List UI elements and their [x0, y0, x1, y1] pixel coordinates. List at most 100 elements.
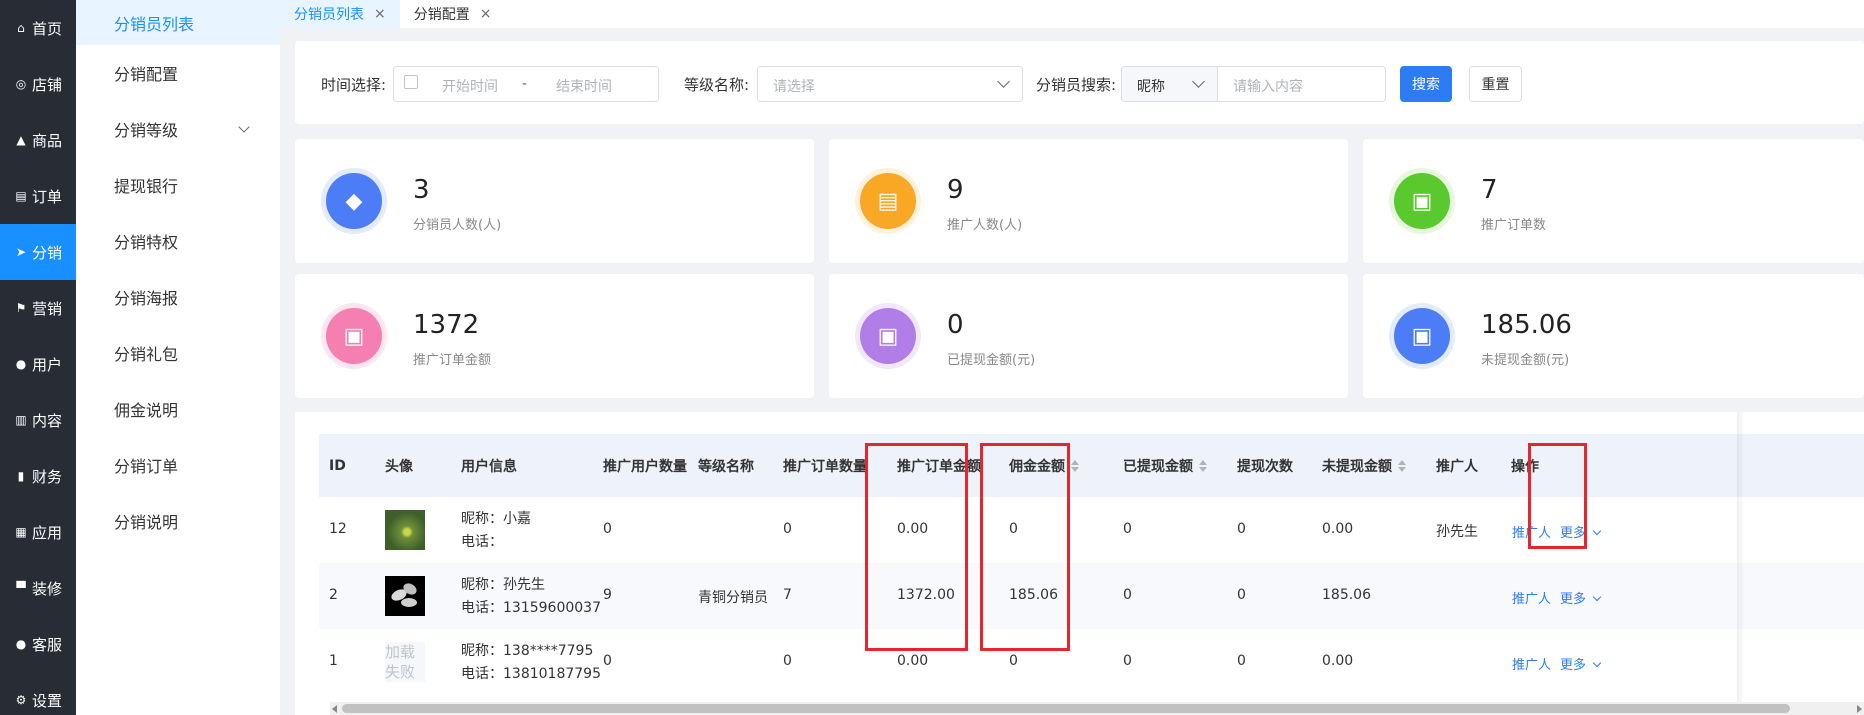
tab-distributor-list[interactable]: 分销员列表 ×	[280, 0, 400, 28]
reset-button[interactable]: 重置	[1469, 66, 1522, 102]
submenu-item-commission-desc[interactable]: 佣金说明	[76, 381, 280, 437]
submenu-item-poster[interactable]: 分销海报	[76, 269, 280, 325]
nav-item-settings[interactable]: ⚙ 设置	[0, 672, 76, 715]
cell-phone: 电话：13159600037	[461, 600, 601, 616]
nav-item-goods[interactable]: ▲ 商品	[0, 112, 76, 168]
fixed-column-shadow	[1737, 412, 1745, 715]
nav-item-user[interactable]: ● 用户	[0, 336, 76, 392]
submenu-item-privilege[interactable]: 分销特权	[76, 213, 280, 269]
nav-label: 财务	[31, 467, 62, 486]
stat-card-distributors: ◆ 3 分销员人数(人)	[295, 139, 814, 263]
submenu-item-level[interactable]: 分销等级	[76, 101, 280, 157]
user-icon: ●	[15, 357, 27, 371]
avatar	[385, 510, 425, 550]
tab-config[interactable]: 分销配置 ×	[400, 0, 506, 28]
cell-promoter: 孙先生	[1436, 524, 1478, 540]
submenu-item-description[interactable]: 分销说明	[76, 493, 280, 549]
nav-label: 订单	[31, 187, 62, 206]
stat-card-unwithdrawn: ▣ 185.06 未提现金额(元)	[1363, 274, 1864, 398]
flag-icon: ⚑	[15, 301, 27, 315]
stat-value: 185.06	[1481, 310, 1572, 340]
cell-unwithdrawn: 185.06	[1322, 587, 1371, 603]
briefcase-icon: ▣	[1394, 173, 1450, 229]
submenu-item-bank[interactable]: 提现银行	[76, 157, 280, 213]
more-dropdown[interactable]: 更多	[1560, 522, 1602, 541]
cell-order-amount: 0.00	[897, 521, 929, 537]
level-select[interactable]: 请选择	[757, 66, 1023, 102]
search-type-value: 昵称	[1137, 79, 1165, 95]
nav-item-store[interactable]: ◎ 店铺	[0, 56, 76, 112]
stat-icon-ring: ▣	[321, 303, 387, 369]
cell-withdrawn: 0	[1123, 521, 1132, 537]
promoter-link[interactable]: 推广人	[1512, 654, 1551, 673]
scroll-left-arrow-icon[interactable]	[332, 705, 337, 713]
col-header-order-amount: 推广订单金额	[897, 458, 981, 475]
scroll-right-arrow-icon[interactable]	[1857, 705, 1862, 713]
calendar-icon	[404, 75, 418, 89]
nav-label: 分销	[31, 243, 62, 262]
nav-item-apps[interactable]: ▦ 应用	[0, 504, 76, 560]
start-time-input[interactable]: 开始时间	[442, 76, 498, 96]
clipboard-icon: ▤	[860, 173, 916, 229]
more-dropdown[interactable]: 更多	[1560, 654, 1602, 673]
search-button[interactable]: 搜索	[1400, 66, 1452, 102]
sort-icon[interactable]	[1071, 459, 1079, 472]
stat-label: 未提现金额(元)	[1481, 353, 1570, 368]
cell-nickname: 昵称：138****7795	[461, 643, 594, 659]
content-icon: ▥	[15, 413, 27, 427]
col-header-unwithdrawn[interactable]: 未提现金额	[1322, 434, 1406, 497]
nav-item-home[interactable]: ⌂ 首页	[0, 0, 76, 56]
search-label: 分销员搜索:	[1036, 76, 1117, 94]
submenu-item-gift[interactable]: 分销礼包	[76, 325, 280, 381]
horizontal-scrollbar[interactable]	[330, 702, 1864, 715]
nav-item-content[interactable]: ▥ 内容	[0, 392, 76, 448]
stat-value: 3	[413, 175, 430, 205]
chevron-down-icon	[1592, 592, 1602, 602]
table-header: ID 头像 用户信息 推广用户数量 等级名称 推广订单数量 推广订单金额 佣金金…	[319, 434, 1864, 497]
bag-icon: ◆	[326, 173, 382, 229]
col-header-promoted-orders: 推广订单数量	[783, 458, 867, 475]
service-icon: ●	[15, 637, 27, 651]
nav-item-marketing[interactable]: ⚑ 营销	[0, 280, 76, 336]
avatar-load-failed: 加载失败	[385, 642, 425, 682]
promoter-link[interactable]: 推广人	[1512, 588, 1551, 607]
cell-order-amount: 1372.00	[897, 587, 955, 603]
nav-label: 应用	[31, 523, 62, 542]
search-type-select[interactable]: 昵称	[1121, 66, 1218, 102]
stat-card-promoted-users: ▤ 9 推广人数(人)	[829, 139, 1348, 263]
cell-order-amount: 0.00	[897, 653, 929, 669]
date-range-picker[interactable]: 开始时间 - 结束时间	[393, 66, 659, 102]
promoter-link[interactable]: 推广人	[1512, 522, 1551, 541]
home-icon: ⌂	[17, 21, 25, 35]
nav-item-decoration[interactable]: ▀ 装修	[0, 560, 76, 616]
sort-icon[interactable]	[1398, 459, 1406, 472]
more-dropdown[interactable]: 更多	[1560, 588, 1602, 607]
col-header-withdrawn[interactable]: 已提现金额	[1123, 434, 1207, 497]
col-header-user-info: 用户信息	[461, 458, 517, 475]
close-icon[interactable]: ×	[480, 6, 492, 22]
search-input[interactable]: 请输入内容	[1217, 66, 1386, 102]
scrollbar-thumb[interactable]	[342, 704, 1790, 713]
cell-id: 2	[329, 587, 338, 603]
end-time-input[interactable]: 结束时间	[556, 76, 612, 96]
table-row: 2 昵称：孙先生 电话：13159600037 9 青铜分销员 7 1372.0…	[319, 563, 1864, 629]
col-header-commission[interactable]: 佣金金额	[1009, 434, 1079, 497]
nav-item-service[interactable]: ● 客服	[0, 616, 76, 672]
col-header-promoted-users: 推广用户数量	[603, 458, 687, 475]
cell-id: 1	[329, 653, 338, 669]
decoration-icon: ▀	[16, 581, 26, 595]
stat-label: 推广订单数	[1481, 218, 1547, 233]
tab-label: 分销员列表	[294, 7, 364, 23]
submenu-item-orders[interactable]: 分销订单	[76, 437, 280, 493]
table-row: 12 昵称：小嘉 电话： 0 0 0.00 0 0 0 0.00 孙先生 推广人…	[319, 497, 1864, 563]
nav-label: 客服	[31, 635, 62, 654]
nav-item-finance[interactable]: ▮ 财务	[0, 448, 76, 504]
close-icon[interactable]: ×	[374, 6, 386, 22]
submenu-item-config[interactable]: 分销配置	[76, 45, 280, 101]
sort-icon[interactable]	[1199, 459, 1207, 472]
nav-item-order[interactable]: ▤ 订单	[0, 168, 76, 224]
submenu-item-distributor-list[interactable]: 分销员列表	[76, 0, 280, 45]
nav-item-distribution[interactable]: ➤ 分销	[0, 224, 76, 280]
stat-label: 分销员人数(人)	[413, 218, 502, 233]
cell-commission: 185.06	[1009, 587, 1058, 603]
